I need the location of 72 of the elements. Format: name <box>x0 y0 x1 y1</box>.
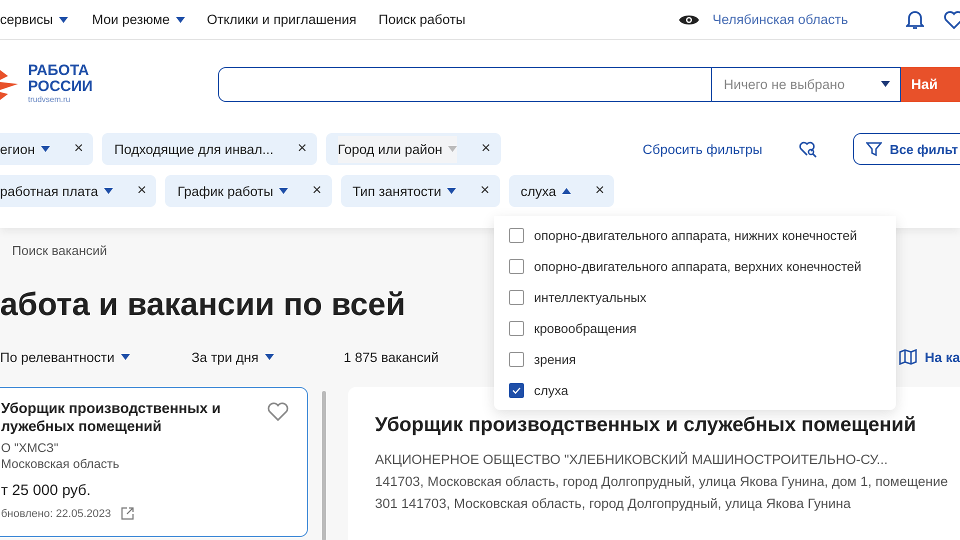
filter-dropdown[interactable]: работная плата <box>0 178 114 204</box>
sort-dropdown[interactable]: За три дня <box>192 350 274 364</box>
caret-icon <box>264 354 274 360</box>
category-select[interactable]: Ничего не выбрано <box>712 66 902 102</box>
nav-link[interactable]: Отклики и приглашения <box>206 12 356 27</box>
caret-icon <box>40 146 50 152</box>
logo-site: trudvsem.ru <box>28 95 72 105</box>
remove-button[interactable]: × <box>595 182 604 200</box>
heart-icon[interactable] <box>267 402 289 421</box>
salary: т 25 000 руб. <box>1 482 92 499</box>
caret-icon <box>176 16 185 22</box>
eye-icon[interactable] <box>678 12 699 26</box>
checkbox[interactable] <box>509 290 524 305</box>
reset-filters-link[interactable]: Сбросить фильтры <box>642 142 762 156</box>
logo-text: РОССИИ <box>28 79 93 95</box>
filter-dropdown[interactable]: слуха <box>520 178 572 204</box>
company-name: О "ХМСЗ" <box>1 440 60 456</box>
filter-dropdown[interactable]: Тип занятости <box>352 178 456 204</box>
bell-icon[interactable] <box>906 10 924 30</box>
caret-icon <box>120 354 130 360</box>
remove-button[interactable]: × <box>137 182 146 200</box>
filter-label[interactable]: Подходящие для инвал... <box>114 136 274 162</box>
search-field[interactable] <box>218 66 712 102</box>
caret-icon <box>104 188 114 194</box>
breadcrumb-link[interactable]: Поиск вакансий <box>12 242 108 258</box>
checkbox-option[interactable]: опорно-двигательного аппарата, верхних конечностей <box>494 251 896 282</box>
caret-icon <box>279 188 288 194</box>
map-icon <box>898 349 917 365</box>
nav-link[interactable]: сервисы <box>0 12 68 27</box>
external-link-icon[interactable] <box>120 507 134 520</box>
nav-link[interactable]: Поиск работы <box>378 12 466 27</box>
heart-search-icon[interactable] <box>799 140 818 158</box>
caret-icon <box>58 16 68 22</box>
checkbox-option[interactable]: слуха <box>494 375 896 406</box>
map-link[interactable]: На ка <box>898 349 960 365</box>
page-heading: абота и вакансии по всей <box>0 284 406 324</box>
check-icon <box>512 387 521 394</box>
search-button[interactable]: Най <box>901 66 960 102</box>
remove-button[interactable]: × <box>312 182 322 200</box>
checkbox[interactable] <box>509 321 524 336</box>
checkbox-option[interactable]: зрения <box>494 344 896 375</box>
all-filters-button[interactable]: Все фильт <box>852 133 960 165</box>
filter-icon <box>866 141 882 157</box>
logo-text: РАБОТА <box>28 63 90 79</box>
caret-icon <box>448 146 458 152</box>
caret-icon <box>447 188 456 194</box>
checkbox-option[interactable]: кровообращения <box>494 313 896 344</box>
vacancy-region: Московская область <box>1 456 120 472</box>
vacancy-count: 1 875 вакансий <box>344 350 439 364</box>
checkbox-option[interactable]: опорно-двигательного аппарата, нижних конечностей <box>494 220 896 251</box>
vacancy-title[interactable]: Уборщик производственных и лужебных помещений <box>1 400 293 436</box>
filter-dropdown[interactable]: График работы <box>177 178 288 204</box>
company-name: АКЦИОНЕРНОЕ ОБЩЕСТВО "ХЛЕБНИКОВСКИЙ МАШИНОСТРОИТЕЛЬНО-СУ... <box>375 450 889 469</box>
sort-dropdown[interactable]: По релевантности <box>0 350 130 364</box>
vacancy-detail-title: Уборщик производственных и служебных помещений <box>375 414 917 437</box>
region-link[interactable]: Челябинская область <box>712 12 848 27</box>
checkbox[interactable] <box>509 259 524 274</box>
remove-button[interactable]: × <box>480 182 490 200</box>
caret-icon <box>562 188 572 194</box>
vacancy-card[interactable]: Уборщик производственных и лужебных помещений О "ХМСЗ" Московская область т 25 000 руб. бновлено: 22.05.2023 <box>0 387 308 537</box>
heart-icon[interactable] <box>944 10 960 28</box>
checkbox[interactable] <box>509 352 524 367</box>
remove-button[interactable]: × <box>297 140 307 158</box>
filter-dropdown[interactable]: егион <box>0 136 50 162</box>
caret-icon <box>881 81 890 87</box>
updated-date: бновлено: 22.05.2023 <box>1 508 111 520</box>
vacancy-address: 141703, Московская область, город Долгопрудный, улица Якова Гунина, дом 1, помещение 301 141703, Московская область, город Долгопрудный, улица Якова Гунина <box>375 473 949 513</box>
checkbox-option[interactable]: интеллектуальных <box>494 282 896 313</box>
checkbox[interactable] <box>509 383 524 398</box>
checkbox[interactable] <box>509 228 524 243</box>
nav-link[interactable]: Мои резюме <box>92 12 185 27</box>
remove-button[interactable]: × <box>74 140 84 158</box>
